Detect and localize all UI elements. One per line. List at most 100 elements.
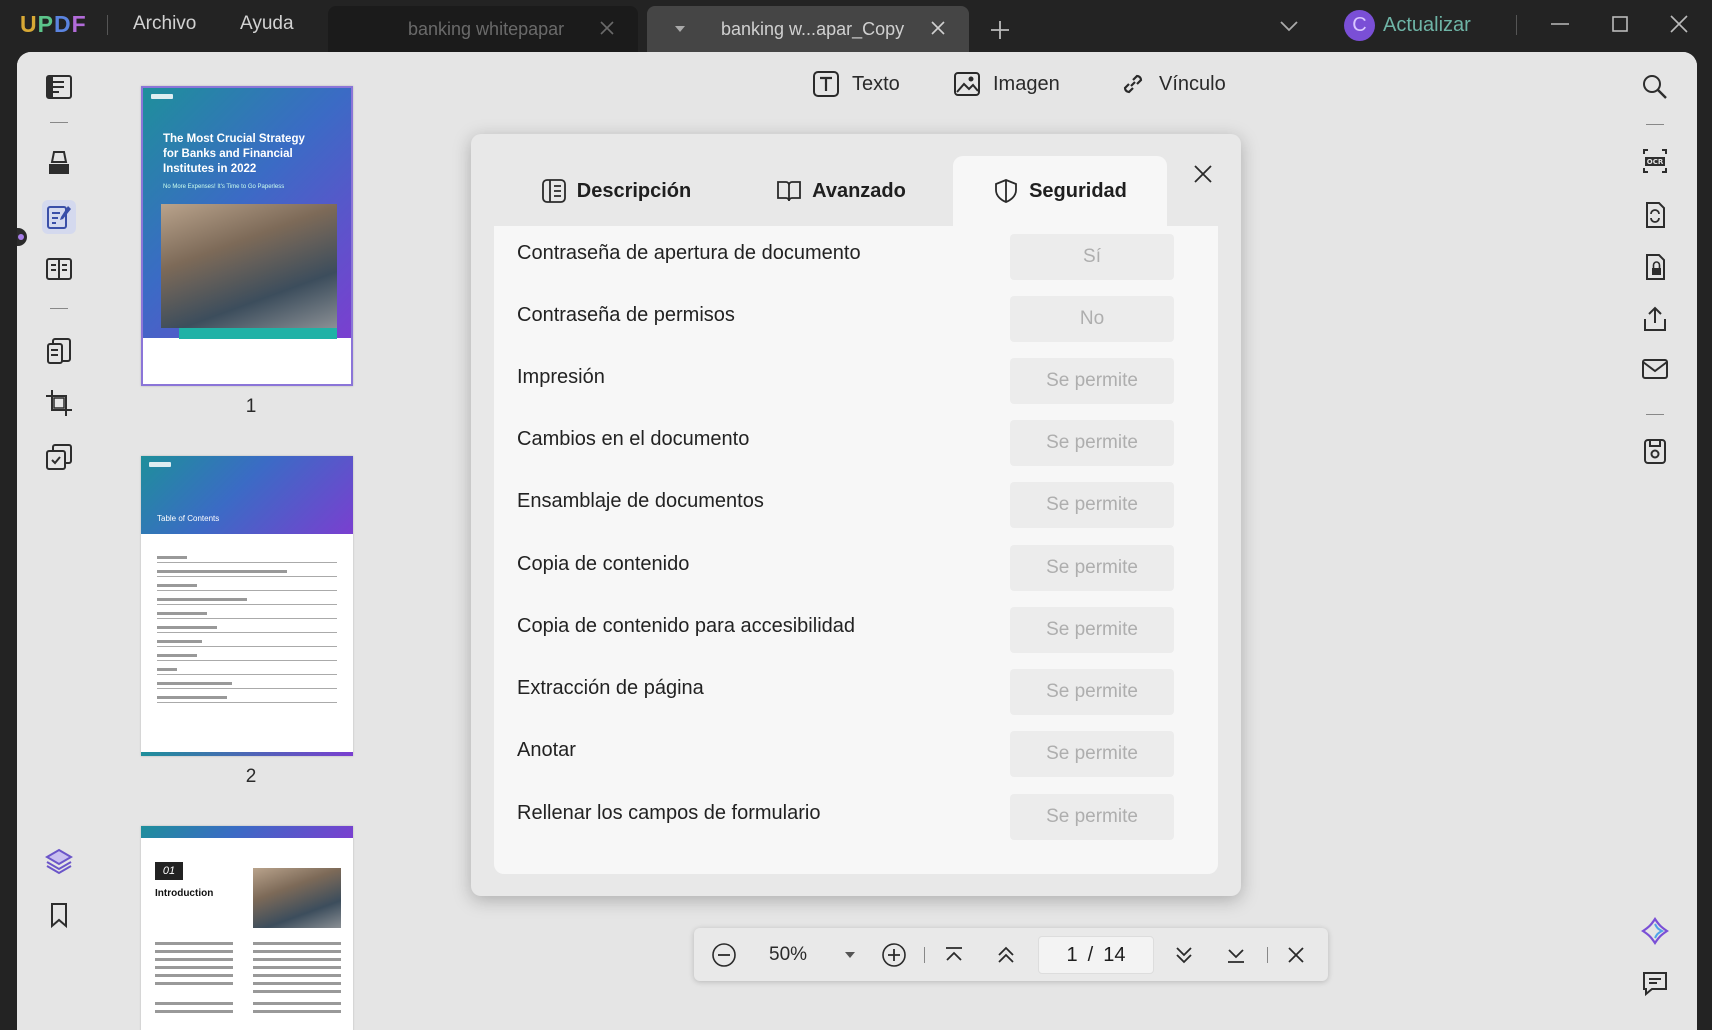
body-text-line xyxy=(253,942,341,945)
add-image-label: Imagen xyxy=(993,72,1060,95)
first-page-icon[interactable] xyxy=(940,941,968,969)
previous-page-icon[interactable] xyxy=(992,941,1020,969)
add-text-button[interactable]: Texto xyxy=(812,70,900,98)
tab-dropdown-icon[interactable] xyxy=(675,26,685,32)
security-row-value: Se permite xyxy=(1010,607,1174,653)
body-text-line xyxy=(155,1010,233,1013)
add-link-button[interactable]: Vínculo xyxy=(1119,70,1226,98)
security-row-value: Se permite xyxy=(1010,669,1174,715)
tab-descripcion[interactable]: Descripción xyxy=(531,156,701,226)
toc-title: Table of Contents xyxy=(157,514,220,523)
convert-pdf-icon[interactable] xyxy=(1638,198,1672,232)
toc-entry xyxy=(157,696,227,699)
title-bar: UPDF Archivo Ayuda banking whitepapar ba… xyxy=(0,0,1712,52)
tab-title: banking w...apar_Copy xyxy=(721,18,905,39)
next-page-icon[interactable] xyxy=(1170,941,1198,969)
image-icon xyxy=(954,72,980,96)
comments-panel-icon[interactable] xyxy=(1638,966,1672,1000)
maximize-icon[interactable] xyxy=(1608,12,1632,36)
body-text-line xyxy=(155,974,233,977)
security-row-label: Impresión xyxy=(517,366,605,388)
book-icon xyxy=(777,181,802,202)
security-row-value: Se permite xyxy=(1010,482,1174,528)
close-window-icon[interactable] xyxy=(1667,12,1691,36)
body-text-line xyxy=(155,942,233,945)
comment-highlighter-icon[interactable] xyxy=(42,146,76,180)
ai-assistant-icon[interactable] xyxy=(1638,914,1672,948)
toc-entry-rule xyxy=(157,604,337,605)
right-toolbar: OCR xyxy=(1613,52,1697,1030)
security-row-label: Copia de contenido xyxy=(517,553,690,575)
body-text-line xyxy=(155,950,233,953)
search-icon[interactable] xyxy=(1638,70,1672,104)
toc-entry-rule xyxy=(157,562,337,563)
rail-separator xyxy=(50,122,68,123)
bookmark-icon[interactable] xyxy=(42,898,76,932)
new-tab-icon[interactable] xyxy=(988,18,1012,42)
close-tab-icon[interactable] xyxy=(596,17,618,39)
upgrade-label: Actualizar xyxy=(1383,13,1471,36)
thumbnail-panel: The Most Crucial Strategy for Banks and … xyxy=(101,52,401,1030)
close-dialog-icon[interactable] xyxy=(1191,162,1215,186)
batch-pages-icon[interactable] xyxy=(42,440,76,474)
cover-accent-bar xyxy=(179,328,337,339)
security-row: Impresión Se permite xyxy=(494,352,1218,409)
chevron-down-icon[interactable] xyxy=(1277,14,1301,38)
tab-banking-copy[interactable]: banking w...apar_Copy xyxy=(647,6,969,52)
updf-logo: UPDF xyxy=(20,11,87,37)
save-icon[interactable] xyxy=(1638,434,1672,468)
upgrade-button[interactable]: C Actualizar xyxy=(1344,8,1471,42)
organize-pages-icon[interactable] xyxy=(42,334,76,368)
page-thumbnail-3[interactable]: 01 Introduction xyxy=(141,826,353,1030)
close-navigator-icon[interactable] xyxy=(1282,941,1310,969)
edit-pdf-icon[interactable] xyxy=(42,200,76,234)
cover-subtitle: No More Expenses! It's Time to Go Paperl… xyxy=(163,184,285,190)
shield-icon xyxy=(995,179,1017,203)
add-image-button[interactable]: Imagen xyxy=(953,70,1060,98)
menu-ayuda[interactable]: Ayuda xyxy=(240,13,294,35)
page-layout-icon[interactable] xyxy=(42,252,76,286)
zoom-dropdown-icon[interactable] xyxy=(845,952,855,958)
rail-separator xyxy=(1646,124,1664,125)
security-row-value: Sí xyxy=(1010,234,1174,280)
security-row-value: Se permite xyxy=(1010,794,1174,840)
rail-separator xyxy=(50,308,68,309)
document-properties-dialog: Descripción Avanzado Seguridad Contraseñ… xyxy=(471,134,1241,896)
zoom-out-icon[interactable] xyxy=(710,941,738,969)
page-thumbnail-2[interactable]: Table of Contents xyxy=(141,456,353,756)
reader-mode-icon[interactable] xyxy=(42,70,76,104)
page-number-input[interactable]: 1 / 14 xyxy=(1038,936,1154,974)
body-text-line xyxy=(253,990,341,993)
ocr-icon[interactable]: OCR xyxy=(1638,144,1672,178)
tab-avanzado[interactable]: Avanzado xyxy=(771,156,911,226)
security-row-value: Se permite xyxy=(1010,358,1174,404)
crop-icon[interactable] xyxy=(42,386,76,420)
layers-icon[interactable] xyxy=(42,844,76,878)
minimize-icon[interactable] xyxy=(1548,12,1572,36)
toc-entry-rule xyxy=(157,590,337,591)
body-text-line xyxy=(253,1002,341,1005)
security-row-label: Cambios en el documento xyxy=(517,428,750,450)
zoom-in-icon[interactable] xyxy=(880,941,908,969)
menu-archivo[interactable]: Archivo xyxy=(133,13,196,35)
last-page-icon[interactable] xyxy=(1222,941,1250,969)
body-text-line xyxy=(253,966,341,969)
rail-separator xyxy=(1646,414,1664,415)
page-separator: / xyxy=(1087,943,1094,966)
zoom-level[interactable]: 50% xyxy=(769,944,807,966)
current-page: 1 xyxy=(1066,943,1078,966)
body-text-line xyxy=(155,966,233,969)
email-icon[interactable] xyxy=(1638,352,1672,386)
security-row-label: Anotar xyxy=(517,739,576,761)
page-thumbnail-1[interactable]: The Most Crucial Strategy for Banks and … xyxy=(141,86,353,386)
tab-banking-whitepaper[interactable]: banking whitepapar xyxy=(328,6,638,52)
body-text-line xyxy=(253,1010,341,1013)
toc-entry xyxy=(157,584,197,587)
close-tab-icon[interactable] xyxy=(927,17,949,39)
tab-seguridad[interactable]: Seguridad xyxy=(953,156,1167,226)
svg-text:OCR: OCR xyxy=(1647,158,1664,166)
security-row: Contraseña de permisos No xyxy=(494,290,1218,347)
toc-entry xyxy=(157,682,232,685)
protect-pdf-icon[interactable] xyxy=(1638,250,1672,284)
share-icon[interactable] xyxy=(1638,302,1672,336)
